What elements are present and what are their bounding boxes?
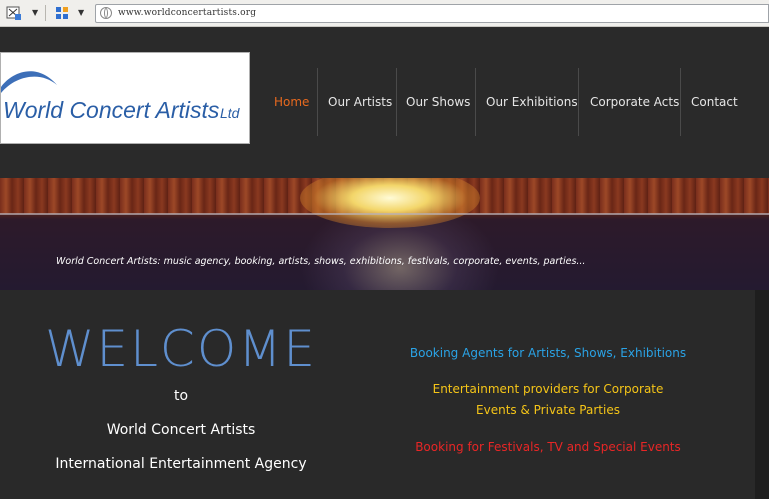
dropdown-arrow-icon[interactable]: ▼ <box>32 8 38 17</box>
hero-banner: World Concert Artists: music agency, boo… <box>0 178 769 290</box>
nav-our-shows[interactable]: Our Shows <box>406 68 470 136</box>
nav-home[interactable]: Home <box>274 68 309 136</box>
welcome-side-strip <box>755 290 769 499</box>
service-entertainment-line1: Entertainment providers for Corporate <box>432 382 664 396</box>
service-entertainment-line2: Events & Private Parties <box>476 403 620 417</box>
welcome-company-name: World Concert Artists <box>106 422 256 438</box>
nav-divider <box>396 68 397 136</box>
nav-divider <box>317 68 318 136</box>
dropdown-arrow-icon[interactable]: ▼ <box>78 8 84 17</box>
stage-edge <box>0 213 769 215</box>
site-logo[interactable]: World Concert Artists Ltd <box>0 52 250 144</box>
welcome-title: WELCOME <box>45 320 317 378</box>
nav-corporate-acts[interactable]: Corporate Acts <box>590 68 679 136</box>
screenshot-icon[interactable] <box>5 4 23 22</box>
nav-our-artists[interactable]: Our Artists <box>328 68 392 136</box>
service-booking-agents: Booking Agents for Artists, Shows, Exhib… <box>409 346 687 360</box>
url-text[interactable]: www.worldconcertartists.org <box>118 8 256 18</box>
banner-tagline: World Concert Artists: music agency, boo… <box>56 256 586 267</box>
nav-divider <box>680 68 681 136</box>
welcome-to: to <box>173 388 189 404</box>
nav-divider <box>578 68 579 136</box>
address-bar[interactable]: www.worldconcertartists.org <box>95 4 769 23</box>
service-festivals: Booking for Festivals, TV and Special Ev… <box>415 440 681 454</box>
globe-icon <box>100 7 112 19</box>
logo-text: World Concert Artists <box>3 97 220 123</box>
welcome-panel: WELCOME to World Concert Artists Interna… <box>0 290 755 499</box>
nav-our-exhibitions[interactable]: Our Exhibitions <box>486 68 578 136</box>
site-header: World Concert Artists Ltd Home Our Artis… <box>0 28 769 178</box>
nav-divider <box>475 68 476 136</box>
welcome-agency: International Entertainment Agency <box>55 456 307 472</box>
browser-toolbar: ▼ ▼ www.worldconcertartists.org <box>0 0 769 27</box>
logo-suffix: Ltd <box>220 105 240 121</box>
apps-grid-icon[interactable] <box>53 4 71 22</box>
toolbar-divider <box>45 5 46 21</box>
nav-contact[interactable]: Contact <box>691 68 738 136</box>
